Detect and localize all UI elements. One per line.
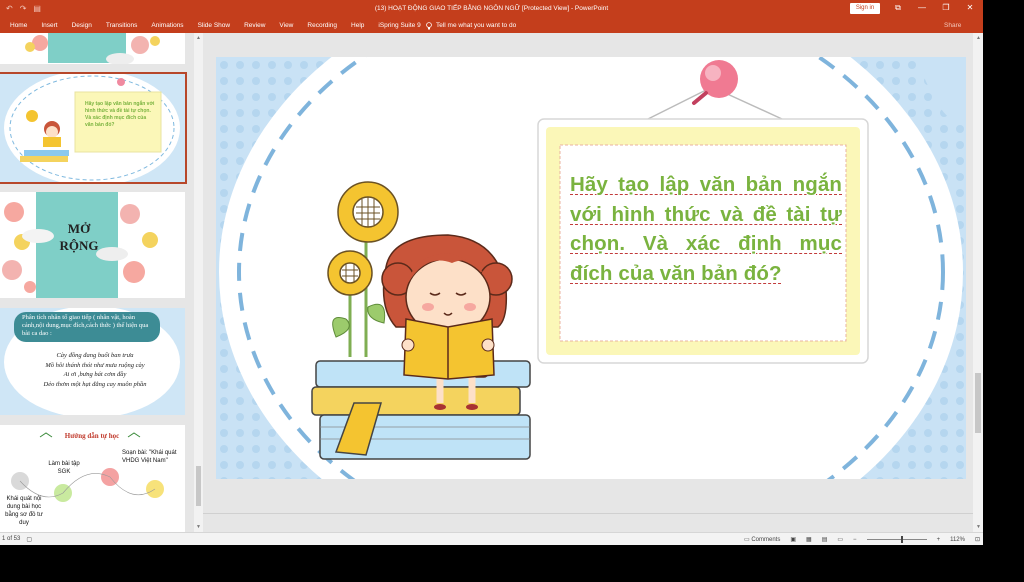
tab-recording[interactable]: Recording bbox=[307, 22, 337, 29]
slide-thumbnail-2[interactable]: Hãy tạo lập văn bản ngắn với hình thức v… bbox=[0, 72, 187, 184]
reading-view-icon[interactable]: ▤ bbox=[822, 536, 828, 543]
slide-body-text[interactable]: Hãy tạo lập văn bản ngắn với hình thức v… bbox=[570, 170, 842, 288]
thumbnail-scroll-thumb[interactable] bbox=[196, 466, 201, 506]
tell-me-box[interactable]: Tell me what you want to do bbox=[426, 22, 516, 32]
lightbulb-icon bbox=[426, 22, 432, 32]
slide-thumbnails-pane: Hãy tạo lập văn bản ngắn với hình thức v… bbox=[0, 33, 203, 533]
thumbnail-scrollbar[interactable]: ▲ ▼ bbox=[194, 33, 203, 533]
slide-4-thumb-header: Phân tích nhân tố giao tiếp ( nhân vật, … bbox=[22, 314, 149, 337]
tab-insert[interactable]: Insert bbox=[41, 22, 57, 29]
ribbon-display-icon[interactable]: ⧉ bbox=[886, 2, 910, 14]
window-controls: ⧉ — ❐ ✕ bbox=[886, 2, 982, 14]
sign-in-button[interactable]: Sign in bbox=[850, 3, 880, 14]
tab-animations[interactable]: Animations bbox=[151, 22, 183, 29]
zoom-slider-thumb[interactable] bbox=[900, 536, 903, 543]
restore-icon[interactable]: ❐ bbox=[934, 2, 958, 14]
slide-4-thumb-poem: Cày đồng đang buổi ban trưa Mồ hôi thánh… bbox=[43, 352, 147, 388]
scroll-down-icon[interactable]: ▼ bbox=[196, 524, 201, 530]
minimize-icon[interactable]: — bbox=[910, 2, 934, 14]
status-bar: 1 of 53 ▢ ▭ Comments ▣ ▦ ▤ ▭ − + 112% ⊡ bbox=[0, 532, 983, 545]
sunflower-small bbox=[327, 250, 373, 296]
tab-home[interactable]: Home bbox=[10, 22, 27, 29]
slide-1-art bbox=[25, 33, 160, 64]
window-title: (13) HOẠT ĐỘNG GIAO TIẾP BẰNG NGÔN NGỮ [… bbox=[374, 5, 609, 12]
slide-thumbnail-3[interactable]: MỞ RỘNG bbox=[0, 192, 185, 298]
accessibility-icon[interactable]: ▢ bbox=[26, 536, 32, 543]
screen-border-right bbox=[983, 0, 1024, 582]
fit-slide-icon[interactable]: ⊡ bbox=[975, 536, 980, 543]
slide-thumbnail-4[interactable]: Phân tích nhân tố giao tiếp ( nhân vật, … bbox=[0, 308, 185, 415]
editor-scroll-up-icon[interactable]: ▲ bbox=[976, 35, 981, 41]
powerpoint-window: ↶ ↷ ▤ (13) HOẠT ĐỘNG GIAO TIẾP BẰNG NGÔN… bbox=[0, 0, 983, 545]
slide-2-thumb-text: Hãy tạo lập văn bản ngắn với hình thức v… bbox=[85, 101, 155, 128]
normal-view-icon[interactable]: ▣ bbox=[790, 536, 796, 543]
editor-scroll-down-icon[interactable]: ▼ bbox=[976, 524, 981, 530]
slide-5-thumb-title: Hướng dẫn tự học bbox=[64, 432, 120, 440]
tab-transitions[interactable]: Transitions bbox=[106, 22, 138, 29]
close-icon[interactable]: ✕ bbox=[958, 2, 982, 14]
tab-design[interactable]: Design bbox=[72, 22, 92, 29]
zoom-slider[interactable] bbox=[866, 536, 927, 543]
tab-slide-show[interactable]: Slide Show bbox=[198, 22, 231, 29]
slide-thumbnail-5[interactable]: Hướng dẫn tự học Làm bài tập SGK Khái qu… bbox=[0, 425, 185, 533]
tab-review[interactable]: Review bbox=[244, 22, 265, 29]
editor-scroll-thumb[interactable] bbox=[975, 373, 981, 433]
comments-icon: ▭ bbox=[744, 537, 750, 543]
ribbon-tabs: Home Insert Design Transitions Animation… bbox=[0, 18, 983, 33]
slide-sorter-icon[interactable]: ▦ bbox=[806, 536, 812, 543]
tab-ispring[interactable]: iSpring Suite 9 bbox=[378, 22, 420, 29]
screen-border-bottom bbox=[0, 545, 1024, 582]
tell-me-label: Tell me what you want to do bbox=[436, 22, 517, 29]
slide-thumbnail-1[interactable] bbox=[0, 33, 185, 64]
current-slide[interactable]: Hãy tạo lập văn bản ngắn với hình thức v… bbox=[216, 57, 966, 479]
tab-help[interactable]: Help bbox=[351, 22, 364, 29]
tab-view[interactable]: View bbox=[279, 22, 293, 29]
comments-button[interactable]: ▭ Comments bbox=[744, 536, 780, 543]
zoom-out-icon[interactable]: − bbox=[853, 537, 857, 543]
scroll-up-icon[interactable]: ▲ bbox=[196, 35, 201, 41]
title-bar: ↶ ↷ ▤ (13) HOẠT ĐỘNG GIAO TIẾP BẰNG NGÔN… bbox=[0, 0, 983, 18]
notes-pane[interactable] bbox=[203, 513, 973, 531]
editor-scrollbar[interactable]: ▲ ▼ bbox=[973, 33, 983, 533]
slide-5-thumb-left2: Khái quát nội dung bài học bằng sơ đồ tư… bbox=[5, 496, 43, 526]
slide-5-thumb-right: Soạn bài: "Khái quát VHDG Việt Nam" bbox=[122, 450, 177, 464]
slideshow-icon[interactable]: ▭ bbox=[837, 536, 843, 543]
slide-3-thumb-title: MỞ RỘNG bbox=[59, 221, 99, 253]
slide-editor: Hãy tạo lập văn bản ngắn với hình thức v… bbox=[203, 33, 983, 533]
slide-5-thumb-left1: Làm bài tập SGK bbox=[48, 461, 80, 475]
sunflower-big bbox=[337, 181, 399, 243]
zoom-level[interactable]: 112% bbox=[950, 537, 965, 543]
slide-counter: 1 of 53 bbox=[2, 536, 21, 542]
share-button[interactable]: Share bbox=[944, 22, 961, 29]
zoom-in-icon[interactable]: + bbox=[937, 537, 941, 543]
